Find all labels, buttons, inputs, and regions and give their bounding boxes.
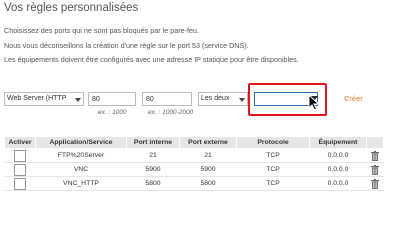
trash-icon[interactable] — [371, 150, 379, 161]
enable-checkbox[interactable] — [14, 177, 26, 190]
chevron-down-icon — [239, 98, 245, 102]
actions-cell — [366, 162, 384, 177]
internal-port-cell: 21 — [126, 148, 180, 163]
internal-port-hint: ex. : 1000 — [98, 109, 127, 116]
service-cell: VNC — [35, 162, 127, 177]
mouse-pointer-icon — [308, 94, 320, 111]
actions-cell — [366, 176, 384, 191]
trash-icon[interactable] — [371, 164, 379, 175]
column-header-protocol: Protocole — [236, 136, 310, 149]
column-header-external-port: Port externe — [179, 136, 237, 149]
column-header-internal-port: Port interne — [126, 136, 180, 149]
application-select[interactable]: Web Server (HTTP — [4, 92, 84, 106]
info-line-2: Nous vous déconseillons la création d'un… — [4, 41, 249, 50]
service-cell: FTP%20Server — [35, 148, 127, 163]
enable-checkbox[interactable] — [14, 163, 26, 176]
section-title: Vos règles personnalisées — [4, 2, 139, 14]
device-cell: 0.0.0.0 — [309, 176, 367, 191]
external-port-cell: 5800 — [179, 176, 237, 191]
enable-cell — [4, 176, 36, 191]
protocol-select[interactable]: Les deux — [198, 92, 248, 106]
external-port-hint: ex. : 1000-2000 — [148, 109, 194, 116]
table-header-row: Activer Application/Service Port interne… — [4, 136, 384, 149]
internal-port-input[interactable] — [88, 92, 136, 106]
actions-cell — [366, 148, 384, 163]
enable-cell — [4, 148, 36, 163]
protocol-select-value: Les deux — [201, 95, 230, 102]
internal-port-cell: 5900 — [126, 162, 180, 177]
column-header-actions — [366, 136, 384, 149]
application-select-value: Web Server (HTTP — [7, 95, 67, 102]
service-cell: VNC_HTTP — [35, 176, 127, 191]
column-header-device: Équipement — [309, 136, 367, 149]
table-row: VNC 5900 5900 TCP 0.0.0.0 — [4, 162, 384, 177]
enable-checkbox[interactable] — [14, 149, 26, 162]
enable-cell — [4, 162, 36, 177]
trash-icon[interactable] — [371, 178, 379, 189]
column-header-service: Application/Service — [35, 136, 127, 149]
protocol-cell: TCP — [236, 176, 310, 191]
external-port-cell: 21 — [179, 148, 237, 163]
protocol-cell: TCP — [236, 148, 310, 163]
table-row: FTP%20Server 21 21 TCP 0.0.0.0 — [4, 148, 384, 163]
info-line-1: Choisissez des ports qui ne sont pas blo… — [4, 26, 199, 35]
table-row: VNC_HTTP 5800 5800 TCP 0.0.0.0 — [4, 176, 384, 191]
create-link[interactable]: Créer — [344, 94, 363, 103]
device-cell: 0.0.0.0 — [309, 148, 367, 163]
column-header-enable: Activer — [4, 136, 36, 149]
external-port-input[interactable] — [142, 92, 192, 106]
external-port-cell: 5900 — [179, 162, 237, 177]
device-cell: 0.0.0.0 — [309, 162, 367, 177]
rules-table: Activer Application/Service Port interne… — [4, 136, 384, 191]
info-line-3: Les équipements doivent être configurés … — [4, 55, 299, 64]
chevron-down-icon — [75, 98, 81, 102]
internal-port-cell: 5800 — [126, 176, 180, 191]
protocol-cell: TCP — [236, 162, 310, 177]
